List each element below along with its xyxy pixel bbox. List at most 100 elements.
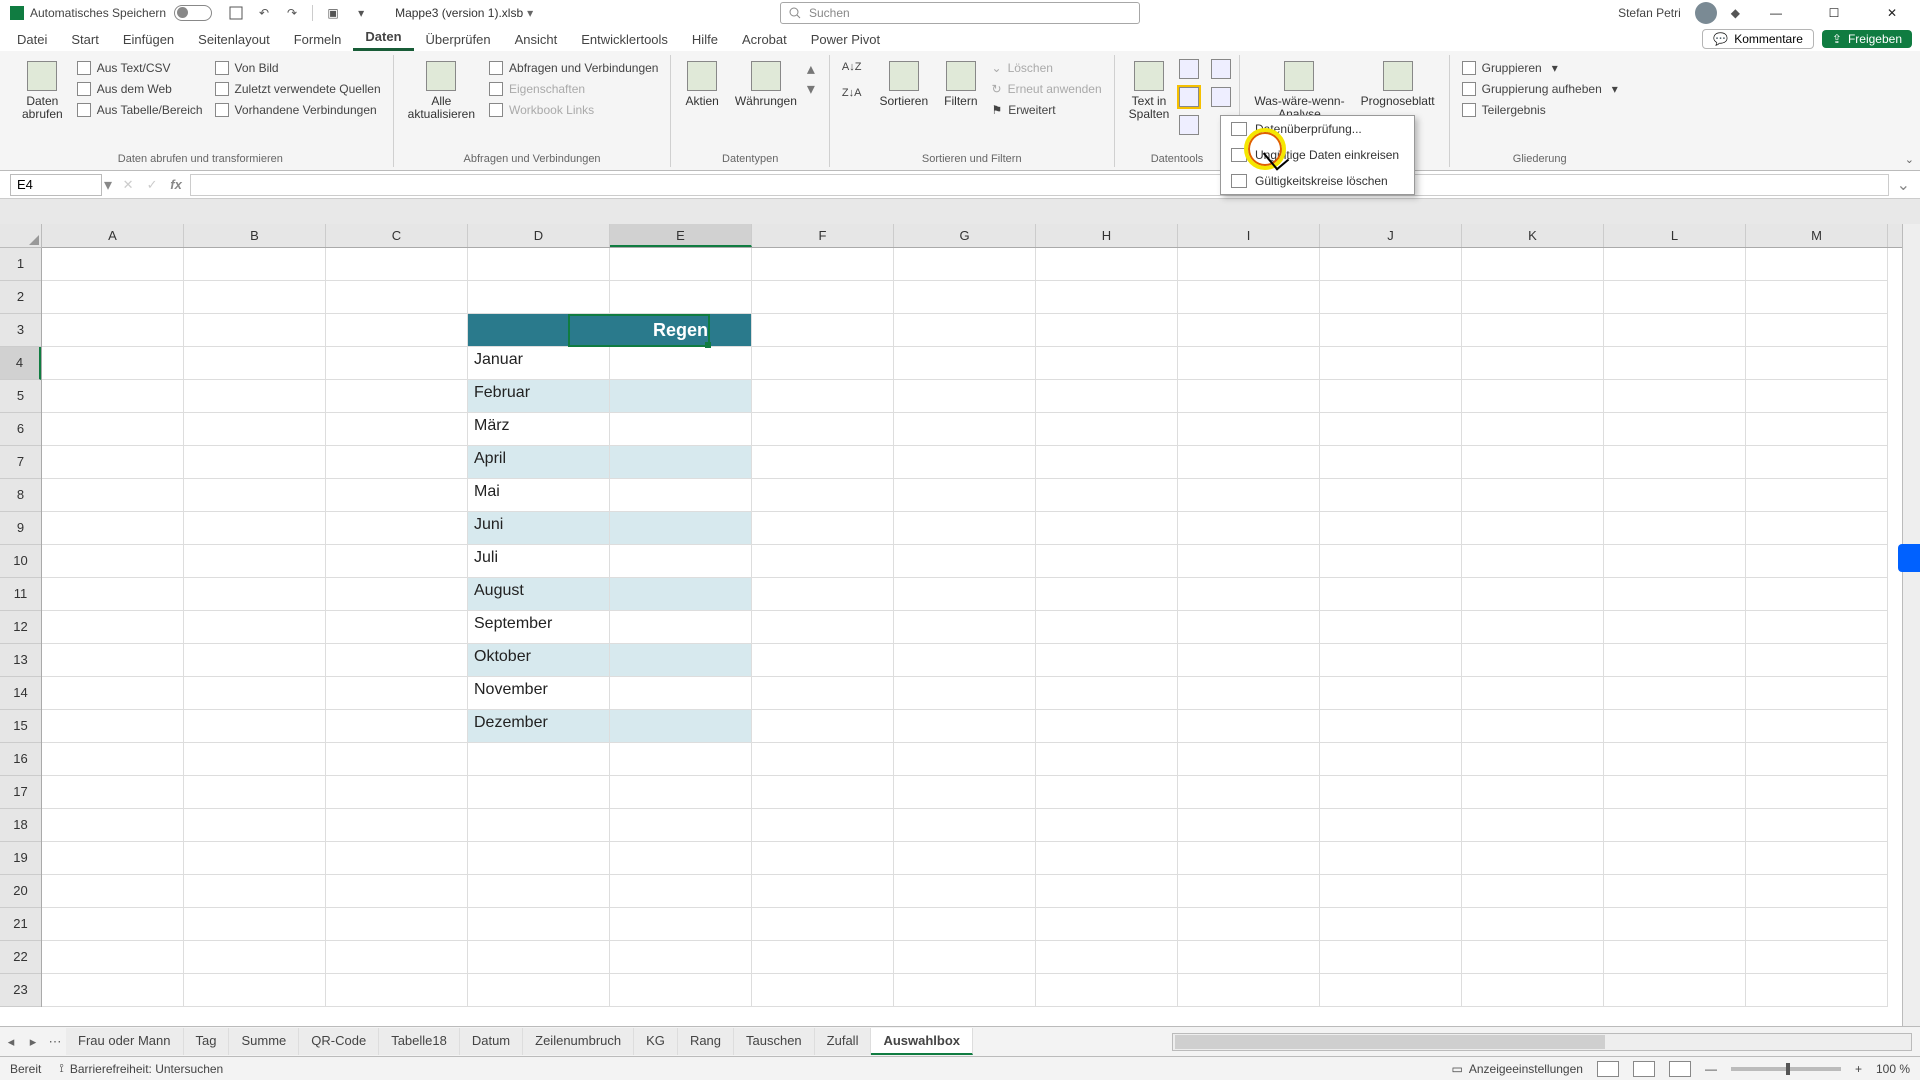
cell[interactable] [326,479,468,512]
cell[interactable] [184,941,326,974]
cell[interactable] [610,248,752,281]
cell[interactable]: Juli [468,545,610,578]
sheet-tab[interactable]: Auswahlbox [871,1028,973,1055]
cell[interactable] [1036,908,1178,941]
from-web[interactable]: Aus dem Web [73,80,207,98]
cell[interactable] [1746,842,1888,875]
cell[interactable] [1320,413,1462,446]
cell[interactable] [1036,545,1178,578]
cell[interactable] [42,743,184,776]
cell[interactable] [1462,743,1604,776]
col-header-H[interactable]: H [1036,224,1178,247]
cell[interactable] [752,512,894,545]
cell[interactable] [610,347,752,380]
cell[interactable] [42,248,184,281]
forecast-button[interactable]: Prognoseblatt [1355,59,1441,110]
cell[interactable] [894,578,1036,611]
cell[interactable] [894,479,1036,512]
row-header-2[interactable]: 2 [0,281,41,314]
cell[interactable] [1462,974,1604,1007]
cell[interactable] [1604,776,1746,809]
view-pagelayout-icon[interactable] [1633,1061,1655,1077]
scroll-down-icon[interactable]: ▾ [807,79,821,99]
cell[interactable] [610,611,752,644]
cell[interactable]: April [468,446,610,479]
cell[interactable] [1036,743,1178,776]
sort-az-icon[interactable]: A↓Z [838,59,866,75]
cell[interactable] [610,380,752,413]
cell[interactable] [326,512,468,545]
sheet-tab[interactable]: Tabelle18 [379,1028,460,1055]
autosave-toggle[interactable]: Automatisches Speichern [30,5,212,21]
cell[interactable] [1746,512,1888,545]
cell[interactable] [42,776,184,809]
menu-ungueltige-daten[interactable]: Ungültige Daten einkreisen [1221,142,1414,168]
side-panel-badge[interactable] [1898,544,1920,572]
cell[interactable] [894,248,1036,281]
cell[interactable] [184,842,326,875]
cell[interactable] [326,743,468,776]
row-header-13[interactable]: 13 [0,644,41,677]
cell[interactable] [184,908,326,941]
row-header-17[interactable]: 17 [0,776,41,809]
cell[interactable] [752,809,894,842]
zoom-out-icon[interactable]: — [1705,1062,1717,1076]
cell[interactable] [1320,677,1462,710]
redo-icon[interactable]: ↷ [282,2,302,24]
stocks-button[interactable]: Aktien [679,59,724,110]
cell[interactable] [1036,413,1178,446]
sheet-tab[interactable]: KG [634,1028,678,1055]
cell[interactable] [468,743,610,776]
cell[interactable] [1604,248,1746,281]
cell[interactable] [1604,479,1746,512]
cell[interactable] [610,908,752,941]
cell[interactable] [1604,710,1746,743]
sheet-tab[interactable]: Zeilenumbruch [523,1028,634,1055]
cell[interactable] [894,941,1036,974]
cell[interactable] [42,446,184,479]
cell[interactable] [468,974,610,1007]
sheet-tab[interactable]: Zufall [815,1028,872,1055]
cell[interactable] [326,842,468,875]
cell[interactable] [1178,281,1320,314]
menu-gueltigkeitskreise-loeschen[interactable]: Gültigkeitskreise löschen [1221,168,1414,194]
cell[interactable] [1320,578,1462,611]
cell[interactable] [1036,248,1178,281]
cell[interactable] [326,413,468,446]
view-pagebreak-icon[interactable] [1669,1061,1691,1077]
tab-seitenlayout[interactable]: Seitenlayout [186,28,282,51]
group-button[interactable]: Gruppieren▾ [1458,59,1622,77]
cell[interactable] [326,578,468,611]
cell[interactable] [326,281,468,314]
cell[interactable] [326,941,468,974]
cell[interactable] [42,413,184,446]
sort-button[interactable]: Sortieren [873,59,934,110]
cell[interactable] [326,974,468,1007]
cell[interactable] [184,578,326,611]
cell[interactable] [610,677,752,710]
cell[interactable] [894,380,1036,413]
cell[interactable] [1462,281,1604,314]
formula-expand-icon[interactable]: ⌄ [1897,175,1910,195]
cell[interactable] [42,875,184,908]
cell[interactable] [1178,380,1320,413]
cell[interactable] [1036,512,1178,545]
cell[interactable] [1178,842,1320,875]
subtotal-button[interactable]: Teilergebnis [1458,101,1622,119]
cell[interactable] [894,677,1036,710]
zoom-in-icon[interactable]: + [1855,1062,1862,1076]
col-header-D[interactable]: D [468,224,610,247]
formula-bar[interactable] [190,174,1889,196]
cell[interactable] [184,413,326,446]
zoom-level[interactable]: 100 % [1876,1062,1910,1076]
cell[interactable] [1462,908,1604,941]
cell[interactable] [894,446,1036,479]
from-table-range[interactable]: Aus Tabelle/Bereich [73,101,207,119]
cell[interactable] [184,281,326,314]
cell[interactable] [752,545,894,578]
cell[interactable] [1462,578,1604,611]
cell[interactable] [1178,545,1320,578]
cell[interactable] [326,644,468,677]
cell[interactable] [468,842,610,875]
cell[interactable] [894,413,1036,446]
